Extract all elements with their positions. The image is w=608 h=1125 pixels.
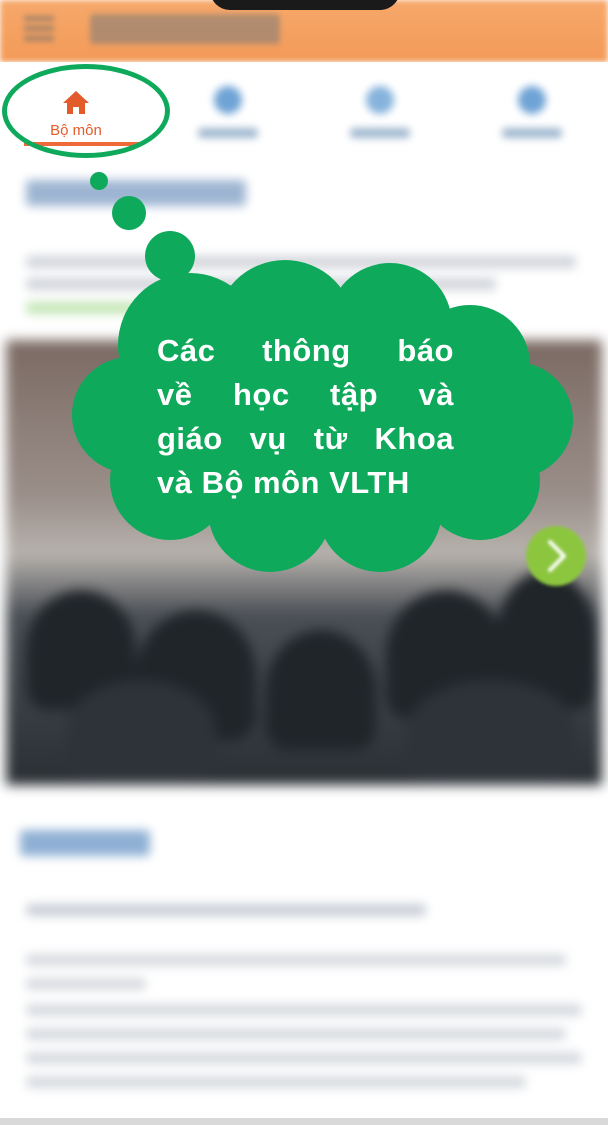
tab-label-placeholder — [350, 128, 410, 138]
chat-icon — [214, 86, 242, 114]
chat-icon — [518, 86, 546, 114]
post-title — [20, 830, 150, 856]
tab-4[interactable] — [456, 62, 608, 154]
tab-3[interactable] — [304, 62, 456, 154]
post-tag — [26, 302, 146, 314]
highlight-ring — [2, 64, 170, 158]
post-excerpt — [26, 278, 496, 290]
callout-line: và Bộ môn VLTH — [157, 465, 410, 500]
callout-line: giáo vụ từ Khoa — [157, 421, 454, 456]
tab-label-placeholder — [198, 128, 258, 138]
callout-line: về học tập và — [157, 377, 454, 412]
app-title — [90, 14, 280, 44]
bottom-edge — [0, 1118, 608, 1125]
post-excerpt — [26, 1028, 566, 1040]
post-excerpt — [26, 978, 146, 990]
post-excerpt — [26, 904, 426, 916]
next-slide-button[interactable] — [526, 526, 586, 586]
post-excerpt — [26, 1052, 582, 1064]
tab-label-placeholder — [502, 128, 562, 138]
callout-text: Các thông báo về học tập và giáo vụ từ K… — [157, 329, 454, 505]
menu-icon[interactable] — [24, 16, 54, 42]
tab-2[interactable] — [152, 62, 304, 154]
chat-icon — [366, 86, 394, 114]
post-title — [26, 180, 246, 206]
chevron-right-icon — [548, 540, 566, 572]
camera-notch — [210, 0, 400, 10]
post-excerpt — [26, 954, 566, 966]
post-excerpt — [26, 256, 576, 268]
app-screen: Bộ môn Các thông báo về học tập và giáo … — [0, 0, 608, 1125]
callout-line: Các thông báo — [157, 333, 454, 368]
post-excerpt — [26, 1076, 526, 1088]
post-excerpt — [26, 1004, 582, 1016]
